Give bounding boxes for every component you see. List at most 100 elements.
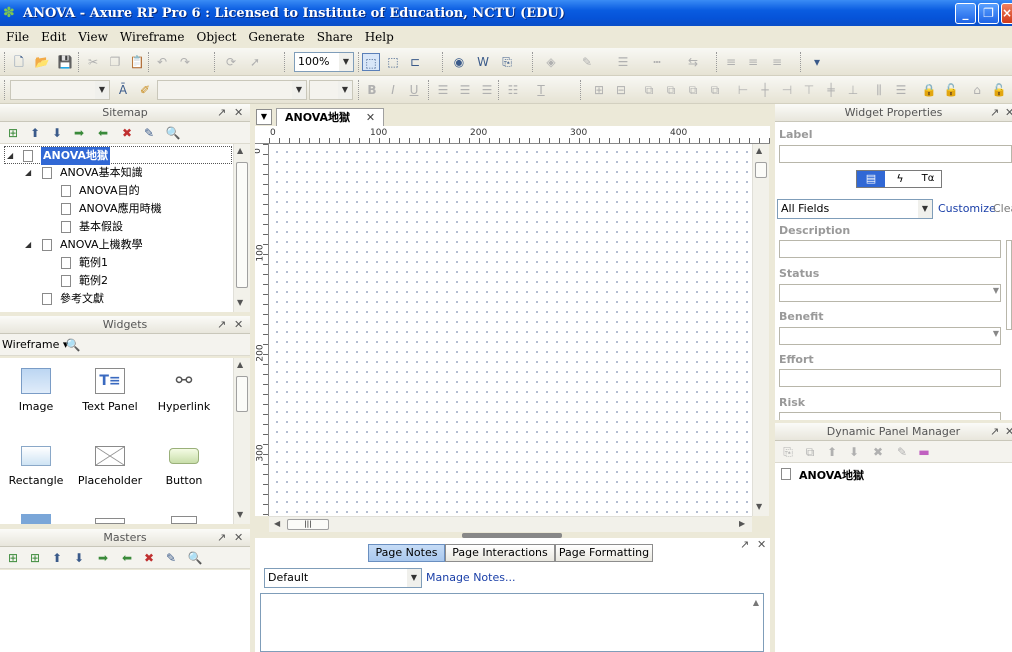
align-left-icon[interactable]: ☰: [434, 81, 452, 99]
word-spec-icon[interactable]: W: [474, 53, 492, 71]
line-color-icon[interactable]: ✎: [578, 53, 596, 71]
bullets-icon[interactable]: ≡: [768, 53, 786, 71]
delete-master-icon[interactable]: ✖: [140, 549, 158, 567]
select-intersect-icon[interactable]: ⬚: [362, 53, 380, 71]
new-file-icon[interactable]: 🗋: [10, 53, 28, 71]
canvas-hscrollbar[interactable]: ◀ ||| ▶: [269, 516, 752, 532]
scroll-down-icon[interactable]: ▼: [237, 298, 243, 307]
pointer-options-icon[interactable]: ➚: [246, 53, 264, 71]
home-icon[interactable]: ⌂: [968, 81, 986, 99]
notes-textarea[interactable]: ▲: [260, 593, 764, 652]
save-icon[interactable]: 💾: [56, 53, 74, 71]
add-folder-icon[interactable]: ⊞: [26, 549, 44, 567]
bold-icon[interactable]: B: [363, 81, 381, 99]
widget-button[interactable]: Button: [149, 442, 219, 487]
distribute-v-icon[interactable]: ☰: [892, 81, 910, 99]
add-master-icon[interactable]: ⊞: [4, 549, 22, 567]
unlock-all-icon[interactable]: 🔓: [990, 81, 1008, 99]
scroll-thumb[interactable]: [236, 162, 248, 288]
scroll-right-icon[interactable]: ▶: [739, 519, 745, 528]
widget-hyperlink[interactable]: ⚯ Hyperlink: [149, 368, 219, 413]
scroll-left-icon[interactable]: ◀: [274, 519, 280, 528]
line-style-icon[interactable]: ┅: [648, 53, 666, 71]
hide-panel-icon[interactable]: ▬: [915, 443, 933, 461]
menu-object[interactable]: Object: [197, 30, 237, 44]
close-icon[interactable]: ✕: [1005, 423, 1012, 440]
tab-page-formatting[interactable]: Page Formatting: [555, 544, 653, 562]
move-down-icon[interactable]: ⬇: [845, 443, 863, 461]
page-properties-icon[interactable]: ✎: [140, 124, 158, 142]
font-family-select[interactable]: ▼: [157, 80, 307, 100]
cut-icon[interactable]: ✂: [84, 53, 102, 71]
collapse-icon[interactable]: ◢: [25, 164, 31, 182]
formatting-tab-icon[interactable]: Tα: [915, 171, 941, 187]
sitemap-scrollbar[interactable]: ▲ ▼: [233, 144, 250, 312]
format-painter-icon[interactable]: ⟳: [222, 53, 240, 71]
bring-forward-icon[interactable]: ⧉: [684, 81, 702, 99]
master-properties-icon[interactable]: ✎: [162, 549, 180, 567]
widget-library-select[interactable]: Wireframe ▾: [2, 338, 68, 351]
connector-icon[interactable]: ⊏: [406, 53, 424, 71]
toolbar-overflow-icon[interactable]: ▾: [808, 53, 826, 71]
widgets-scrollbar[interactable]: ▲ ▼: [233, 358, 250, 524]
search-icon[interactable]: 🔍: [64, 336, 82, 354]
risk-input[interactable]: [779, 412, 1001, 420]
menu-wireframe[interactable]: Wireframe: [120, 30, 185, 44]
line-width-icon[interactable]: ☰: [614, 53, 632, 71]
move-up-icon[interactable]: ⬆: [823, 443, 841, 461]
align-middle-obj-icon[interactable]: ╪: [822, 81, 840, 99]
close-button[interactable]: ×: [1001, 3, 1012, 24]
collapse-icon[interactable]: ◢: [25, 236, 31, 254]
table-widget-icon[interactable]: [21, 514, 51, 524]
description-input[interactable]: [779, 240, 1001, 258]
align-bottom-obj-icon[interactable]: ⊥: [844, 81, 862, 99]
copy-icon[interactable]: ❐: [106, 53, 124, 71]
fill-color-icon[interactable]: ◈: [542, 53, 560, 71]
menu-file[interactable]: File: [6, 30, 29, 44]
close-icon[interactable]: ✕: [234, 316, 243, 333]
annotations-tab-icon[interactable]: ▤: [857, 171, 885, 187]
preview-icon[interactable]: ◉: [450, 53, 468, 71]
tab-page-notes[interactable]: Page Notes: [368, 544, 445, 562]
send-back-icon[interactable]: ⧉: [662, 81, 680, 99]
align-left-obj-icon[interactable]: ⊢: [734, 81, 752, 99]
menu-share[interactable]: Share: [317, 30, 353, 44]
align-center-obj-icon[interactable]: ┼: [756, 81, 774, 99]
redo-icon[interactable]: ↷: [176, 53, 194, 71]
canvas-vscrollbar[interactable]: ▲ ▼: [752, 144, 769, 516]
widget-text-panel[interactable]: T≡ Text Panel: [75, 368, 145, 413]
close-icon[interactable]: ✕: [1005, 104, 1012, 121]
design-canvas[interactable]: [269, 144, 752, 516]
arrow-style-icon[interactable]: ⇆: [684, 53, 702, 71]
properties-scrollbar[interactable]: [1006, 240, 1012, 330]
close-icon[interactable]: ✕: [234, 104, 243, 121]
menu-view[interactable]: View: [78, 30, 108, 44]
widget-placeholder[interactable]: Placeholder: [75, 442, 145, 487]
dynamic-panel-page-label[interactable]: ANOVA地獄: [799, 467, 864, 483]
align-right-icon[interactable]: ☰: [478, 81, 496, 99]
ungroup-icon[interactable]: ⊟: [612, 81, 630, 99]
delete-state-icon[interactable]: ✖: [869, 443, 887, 461]
widget-image[interactable]: Image: [1, 368, 71, 413]
zoom-select[interactable]: 100% ▼: [294, 52, 354, 72]
tab-page[interactable]: ANOVA地獄 ✕: [276, 108, 385, 126]
pin-icon[interactable]: ↗: [990, 423, 999, 440]
outdent-icon[interactable]: ⬅: [118, 549, 136, 567]
group-icon[interactable]: ⊞: [590, 81, 608, 99]
close-icon[interactable]: ✕: [234, 529, 243, 546]
tab-page-interactions[interactable]: Page Interactions: [445, 544, 555, 562]
align-top-obj-icon[interactable]: ⊤: [800, 81, 818, 99]
status-select[interactable]: ▼: [779, 284, 1001, 302]
collapse-icon[interactable]: ◢: [7, 147, 13, 165]
font-size-select[interactable]: ▼: [309, 80, 353, 100]
undo-icon[interactable]: ↶: [153, 53, 171, 71]
widget-rectangle[interactable]: Rectangle: [1, 442, 71, 487]
clear-link[interactable]: Clea: [993, 202, 1012, 215]
scroll-down-icon[interactable]: ▼: [237, 510, 243, 519]
scroll-up-icon[interactable]: ▲: [753, 598, 759, 607]
text-area-widget-icon[interactable]: [171, 516, 197, 524]
distribute-icon[interactable]: ≡: [744, 53, 762, 71]
bullet-list-icon[interactable]: ☷: [504, 81, 522, 99]
effort-input[interactable]: [779, 369, 1001, 387]
align-center-icon[interactable]: ☰: [456, 81, 474, 99]
